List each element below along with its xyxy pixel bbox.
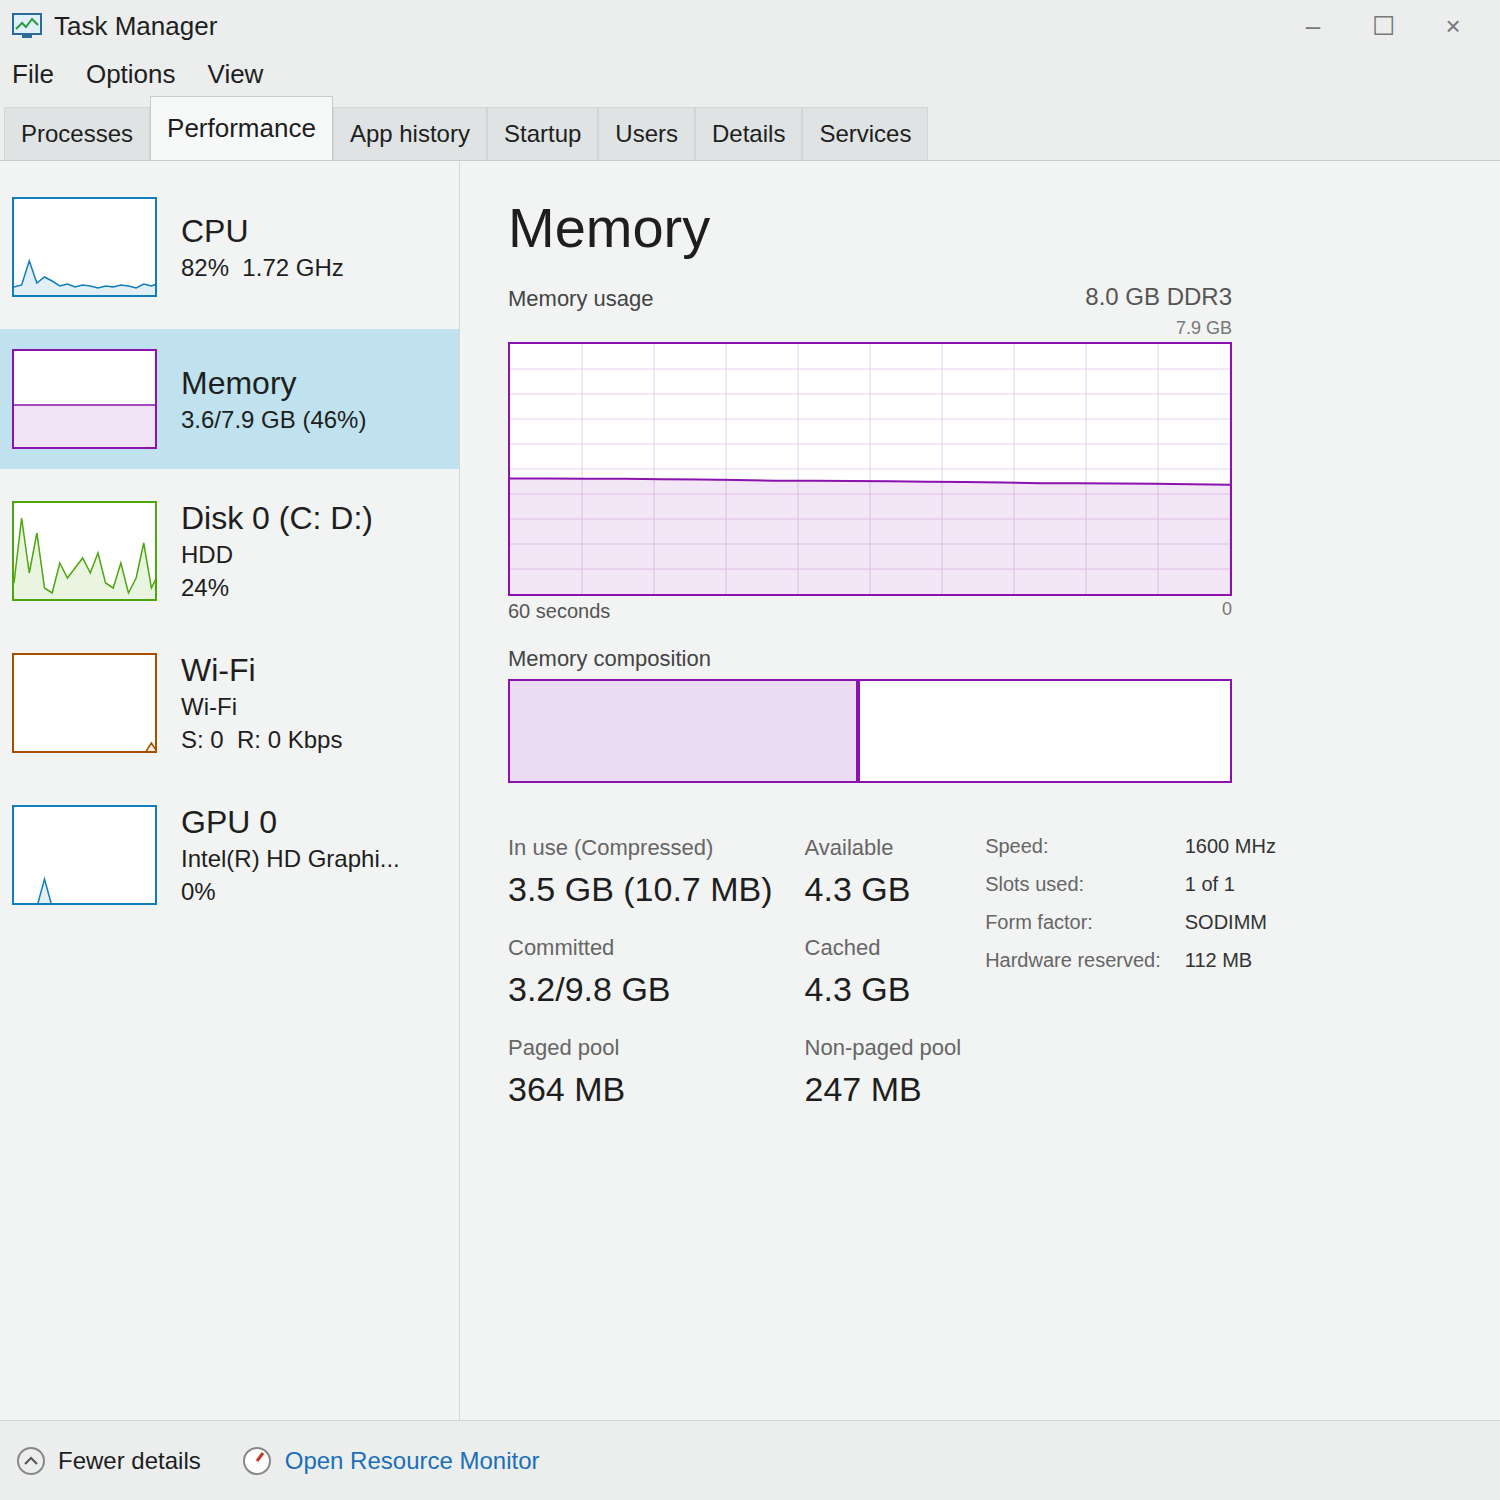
memory-detail: Memory Memory usage 8.0 GB DDR37.9 GB 60 se… xyxy=(460,161,1500,1420)
spec-value: 112 MB xyxy=(1185,945,1276,975)
tab[interactable]: Users xyxy=(598,107,695,160)
stat-label: In use (Compressed) xyxy=(508,831,773,864)
chevron-up-icon xyxy=(16,1446,46,1476)
task-manager-window: Task Manager–☐×FileOptionsViewProcessesP… xyxy=(0,0,1500,1500)
sidebar-item[interactable]: Memory3.6/7.9 GB (46%) xyxy=(0,329,459,469)
axis-time: 60 seconds xyxy=(508,596,610,626)
menu-item[interactable]: View xyxy=(208,55,264,94)
mini-graph-icon xyxy=(12,349,157,449)
menu-item[interactable]: Options xyxy=(86,55,176,94)
sidebar-item-detail: 82% 1.72 GHz xyxy=(181,251,344,284)
stat: Cached4.3 GB xyxy=(805,931,962,1015)
axis-max: 7.9 GB xyxy=(1176,315,1232,342)
stat-value: 3.5 GB (10.7 MB) xyxy=(508,864,773,915)
spec-label: Speed: xyxy=(985,831,1161,861)
stat: Available4.3 GB xyxy=(805,831,962,915)
sidebar-item-detail: 3.6/7.9 GB (46%) xyxy=(181,403,366,436)
sidebar-item-name: Memory xyxy=(181,363,366,403)
memory-specs: Speed: 1600 MHz Slots used: 1 of 1 Form fact… xyxy=(985,831,1276,1115)
composition-segment xyxy=(860,681,1230,781)
sidebar-item[interactable]: GPU 0Intel(R) HD Graphi...0% xyxy=(0,785,459,925)
sidebar-item[interactable]: CPU82% 1.72 GHz xyxy=(0,177,459,317)
stat-label: Paged pool xyxy=(508,1031,773,1064)
detail-title: Memory xyxy=(508,193,1452,263)
resource-monitor-link[interactable]: Open Resource Monitor xyxy=(241,1443,540,1479)
stat: In use (Compressed)3.5 GB (10.7 MB) xyxy=(508,831,773,915)
menu-item[interactable]: File xyxy=(12,55,54,94)
mini-graph-icon xyxy=(12,501,157,601)
stat-value: 4.3 GB xyxy=(805,964,962,1015)
footer: Fewer details Open Resource Monitor xyxy=(0,1420,1500,1500)
capacity-label: 8.0 GB DDR3 xyxy=(1085,279,1232,315)
sidebar-item-detail: S: 0 R: 0 Kbps xyxy=(181,723,342,756)
window-control[interactable]: ☐ xyxy=(1348,7,1418,46)
tab[interactable]: Performance xyxy=(150,96,333,160)
stat-value: 3.2/9.8 GB xyxy=(508,964,773,1015)
window-title: Task Manager xyxy=(54,7,217,46)
stat-label: Committed xyxy=(508,931,773,964)
mini-graph-icon xyxy=(12,805,157,905)
stat-value: 4.3 GB xyxy=(805,864,962,915)
sidebar-item-detail: Wi-Fi xyxy=(181,690,342,723)
stat-label: Available xyxy=(805,831,962,864)
task-manager-icon xyxy=(12,13,42,39)
tab[interactable]: Services xyxy=(802,107,928,160)
window-control[interactable]: × xyxy=(1418,7,1488,46)
usage-label: Memory usage xyxy=(508,282,654,315)
tab[interactable]: App history xyxy=(333,107,487,160)
sidebar-item-name: GPU 0 xyxy=(181,802,400,842)
tab[interactable]: Startup xyxy=(487,107,598,160)
performance-panel: CPU82% 1.72 GHzMemory3.6/7.9 GB (46%)Dis… xyxy=(0,161,1500,1420)
mini-graph-icon xyxy=(12,653,157,753)
mini-graph-icon xyxy=(12,197,157,297)
spec-value: 1 of 1 xyxy=(1185,869,1276,899)
stat: Committed3.2/9.8 GB xyxy=(508,931,773,1015)
stat-value: 247 MB xyxy=(805,1064,962,1115)
spec-label: Form factor: xyxy=(985,907,1161,937)
composition-label: Memory composition xyxy=(508,642,1232,675)
title-bar: Task Manager –☐× xyxy=(0,0,1500,52)
composition-bar xyxy=(508,679,1232,783)
spec-label: Hardware reserved: xyxy=(985,945,1161,975)
spec-value: 1600 MHz xyxy=(1185,831,1276,861)
menu-bar: File Options View xyxy=(0,52,1500,96)
stat-label: Cached xyxy=(805,931,962,964)
stat-label: Non-paged pool xyxy=(805,1031,962,1064)
sidebar-item-name: CPU xyxy=(181,211,344,251)
memory-stats: In use (Compressed)3.5 GB (10.7 MB) Avail… xyxy=(508,831,961,1115)
spec-label: Slots used: xyxy=(985,869,1161,899)
stat: Non-paged pool247 MB xyxy=(805,1031,962,1115)
stat: Paged pool364 MB xyxy=(508,1031,773,1115)
composition-segment xyxy=(510,681,856,781)
sidebar-item-detail: 0% xyxy=(181,875,400,908)
tab[interactable]: Details xyxy=(695,107,802,160)
sidebar-item-detail: HDD xyxy=(181,538,373,571)
axis-min: 0 xyxy=(1222,596,1232,626)
resource-monitor-icon xyxy=(241,1445,273,1477)
sidebar-item-name: Wi-Fi xyxy=(181,650,342,690)
memory-usage-chart xyxy=(508,342,1232,596)
sidebar: CPU82% 1.72 GHzMemory3.6/7.9 GB (46%)Dis… xyxy=(0,161,460,1420)
sidebar-item-detail: 24% xyxy=(181,571,373,604)
stat-value: 364 MB xyxy=(508,1064,773,1115)
fewer-details-button[interactable]: Fewer details xyxy=(16,1443,201,1479)
spec-value: SODIMM xyxy=(1185,907,1276,937)
tab[interactable]: Processes xyxy=(4,107,150,160)
window-control[interactable]: – xyxy=(1278,7,1348,46)
sidebar-item[interactable]: Disk 0 (C: D:)HDD24% xyxy=(0,481,459,621)
tab-bar: ProcessesPerformanceApp historyStartupUs… xyxy=(0,96,1500,161)
sidebar-item-name: Disk 0 (C: D:) xyxy=(181,498,373,538)
sidebar-item[interactable]: Wi-FiWi-FiS: 0 R: 0 Kbps xyxy=(0,633,459,773)
sidebar-item-detail: Intel(R) HD Graphi... xyxy=(181,842,400,875)
